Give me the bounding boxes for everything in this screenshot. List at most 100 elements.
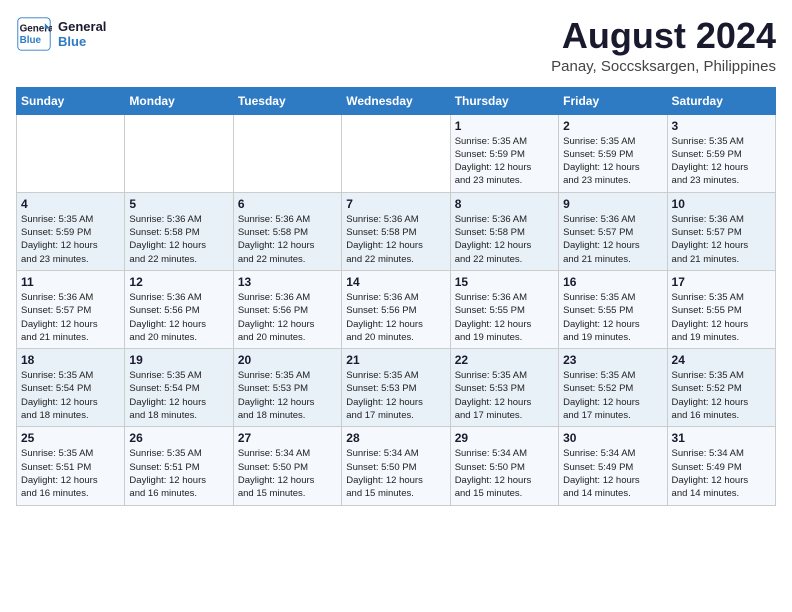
calendar-cell: 6 Sunrise: 5:36 AM Sunset: 5:58 PM Daylig… — [233, 192, 341, 270]
day-info: Sunrise: 5:35 AM Sunset: 5:55 PM Dayligh… — [672, 291, 771, 344]
weekday-header-thursday: Thursday — [450, 87, 558, 114]
calendar-cell: 5 Sunrise: 5:36 AM Sunset: 5:58 PM Daylig… — [125, 192, 233, 270]
svg-text:General: General — [20, 23, 52, 34]
day-info: Sunrise: 5:35 AM Sunset: 5:54 PM Dayligh… — [129, 369, 228, 422]
calendar-cell: 21 Sunrise: 5:35 AM Sunset: 5:53 PM Dayli… — [342, 349, 450, 427]
calendar-cell: 7 Sunrise: 5:36 AM Sunset: 5:58 PM Daylig… — [342, 192, 450, 270]
calendar-cell: 25Sunrise: 5:35 AM Sunset: 5:51 PM Dayli… — [17, 427, 125, 505]
day-info: Sunrise: 5:34 AM Sunset: 5:49 PM Dayligh… — [672, 447, 771, 500]
day-info: Sunrise: 5:36 AM Sunset: 5:56 PM Dayligh… — [346, 291, 445, 344]
day-number: 16 — [563, 275, 662, 289]
day-number: 31 — [672, 431, 771, 445]
day-info: Sunrise: 5:34 AM Sunset: 5:50 PM Dayligh… — [455, 447, 554, 500]
day-number: 19 — [129, 353, 228, 367]
day-number: 22 — [455, 353, 554, 367]
title-area: August 2024 Panay, Soccsksargen, Philipp… — [551, 16, 776, 75]
calendar-cell: 1 Sunrise: 5:35 AM Sunset: 5:59 PM Daylig… — [450, 114, 558, 192]
calendar-cell: 18Sunrise: 5:35 AM Sunset: 5:54 PM Dayli… — [17, 349, 125, 427]
calendar-cell: 14 Sunrise: 5:36 AM Sunset: 5:56 PM Dayli… — [342, 270, 450, 348]
calendar-cell: 17Sunrise: 5:35 AM Sunset: 5:55 PM Dayli… — [667, 270, 775, 348]
day-info: Sunrise: 5:35 AM Sunset: 5:52 PM Dayligh… — [672, 369, 771, 422]
day-info: Sunrise: 5:35 AM Sunset: 5:59 PM Dayligh… — [455, 135, 554, 188]
weekday-header-monday: Monday — [125, 87, 233, 114]
calendar-week-1: 1 Sunrise: 5:35 AM Sunset: 5:59 PM Daylig… — [17, 114, 776, 192]
day-info: Sunrise: 5:36 AM Sunset: 5:58 PM Dayligh… — [238, 213, 337, 266]
day-number: 13 — [238, 275, 337, 289]
day-info: Sunrise: 5:35 AM Sunset: 5:59 PM Dayligh… — [21, 213, 120, 266]
calendar-week-2: 4Sunrise: 5:35 AM Sunset: 5:59 PM Daylig… — [17, 192, 776, 270]
logo: General Blue GeneralBlue — [16, 16, 106, 52]
day-number: 11 — [21, 275, 120, 289]
page-title: August 2024 — [551, 16, 776, 56]
svg-text:Blue: Blue — [20, 35, 42, 46]
calendar-cell: 22 Sunrise: 5:35 AM Sunset: 5:53 PM Dayli… — [450, 349, 558, 427]
day-number: 24 — [672, 353, 771, 367]
weekday-header-friday: Friday — [559, 87, 667, 114]
calendar-cell — [342, 114, 450, 192]
day-info: Sunrise: 5:36 AM Sunset: 5:57 PM Dayligh… — [563, 213, 662, 266]
calendar-cell: 24 Sunrise: 5:35 AM Sunset: 5:52 PM Dayli… — [667, 349, 775, 427]
day-info: Sunrise: 5:36 AM Sunset: 5:58 PM Dayligh… — [455, 213, 554, 266]
calendar-cell: 13Sunrise: 5:36 AM Sunset: 5:56 PM Dayli… — [233, 270, 341, 348]
day-number: 18 — [21, 353, 120, 367]
calendar-week-5: 25 Sunrise: 5:35 AM Sunset: 5:51 PM Dayli… — [17, 427, 776, 505]
day-info: Sunrise: 5:35 AM Sunset: 5:53 PM Dayligh… — [455, 369, 554, 422]
logo-icon: General Blue — [16, 16, 52, 52]
calendar-cell: 23Sunrise: 5:35 AM Sunset: 5:52 PM Dayli… — [559, 349, 667, 427]
day-number: 23 — [563, 353, 662, 367]
calendar-cell: 27 Sunrise: 5:34 AM Sunset: 5:50 PM Dayli… — [233, 427, 341, 505]
calendar-cell — [125, 114, 233, 192]
day-info: Sunrise: 5:35 AM Sunset: 5:59 PM Dayligh… — [563, 135, 662, 188]
day-info: Sunrise: 5:36 AM Sunset: 5:58 PM Dayligh… — [129, 213, 228, 266]
day-number: 14 — [346, 275, 445, 289]
day-number: 30 — [563, 431, 662, 445]
calendar-cell: 16Sunrise: 5:35 AM Sunset: 5:55 PM Dayli… — [559, 270, 667, 348]
day-number: 29 — [455, 431, 554, 445]
calendar-cell: 4Sunrise: 5:35 AM Sunset: 5:59 PM Daylig… — [17, 192, 125, 270]
day-number: 6 — [238, 197, 337, 211]
day-number: 5 — [129, 197, 228, 211]
weekday-header-sunday: Sunday — [17, 87, 125, 114]
day-number: 1 — [455, 119, 554, 133]
day-number: 7 — [346, 197, 445, 211]
day-info: Sunrise: 5:34 AM Sunset: 5:50 PM Dayligh… — [346, 447, 445, 500]
day-number: 15 — [455, 275, 554, 289]
calendar-cell — [17, 114, 125, 192]
day-number: 12 — [129, 275, 228, 289]
day-number: 26 — [129, 431, 228, 445]
calendar-cell: 8 Sunrise: 5:36 AM Sunset: 5:58 PM Daylig… — [450, 192, 558, 270]
day-number: 21 — [346, 353, 445, 367]
day-number: 28 — [346, 431, 445, 445]
day-number: 8 — [455, 197, 554, 211]
day-info: Sunrise: 5:36 AM Sunset: 5:55 PM Dayligh… — [455, 291, 554, 344]
calendar-cell — [233, 114, 341, 192]
day-number: 25 — [21, 431, 120, 445]
day-info: Sunrise: 5:34 AM Sunset: 5:50 PM Dayligh… — [238, 447, 337, 500]
weekday-header-saturday: Saturday — [667, 87, 775, 114]
logo-text: GeneralBlue — [58, 19, 106, 49]
calendar-cell: 26 Sunrise: 5:35 AM Sunset: 5:51 PM Dayli… — [125, 427, 233, 505]
weekday-header-wednesday: Wednesday — [342, 87, 450, 114]
day-info: Sunrise: 5:34 AM Sunset: 5:49 PM Dayligh… — [563, 447, 662, 500]
calendar-week-4: 18 Sunrise: 5:35 AM Sunset: 5:54 PM Dayli… — [17, 349, 776, 427]
calendar-cell: 29 Sunrise: 5:34 AM Sunset: 5:50 PM Dayli… — [450, 427, 558, 505]
day-info: Sunrise: 5:36 AM Sunset: 5:57 PM Dayligh… — [672, 213, 771, 266]
calendar-cell: 30 Sunrise: 5:34 AM Sunset: 5:49 PM Dayli… — [559, 427, 667, 505]
calendar-body: 1 Sunrise: 5:35 AM Sunset: 5:59 PM Daylig… — [17, 114, 776, 505]
calendar-cell: 11Sunrise: 5:36 AM Sunset: 5:57 PM Dayli… — [17, 270, 125, 348]
day-info: Sunrise: 5:35 AM Sunset: 5:53 PM Dayligh… — [346, 369, 445, 422]
calendar-header-row: SundayMondayTuesdayWednesdayThursdayFrid… — [17, 87, 776, 114]
day-number: 10 — [672, 197, 771, 211]
day-info: Sunrise: 5:35 AM Sunset: 5:59 PM Dayligh… — [672, 135, 771, 188]
day-info: Sunrise: 5:36 AM Sunset: 5:58 PM Dayligh… — [346, 213, 445, 266]
calendar-cell: 9Sunrise: 5:36 AM Sunset: 5:57 PM Daylig… — [559, 192, 667, 270]
calendar-cell: 12Sunrise: 5:36 AM Sunset: 5:56 PM Dayli… — [125, 270, 233, 348]
day-info: Sunrise: 5:35 AM Sunset: 5:51 PM Dayligh… — [129, 447, 228, 500]
calendar-cell: 10 Sunrise: 5:36 AM Sunset: 5:57 PM Dayli… — [667, 192, 775, 270]
day-number: 20 — [238, 353, 337, 367]
day-number: 2 — [563, 119, 662, 133]
page-subtitle: Panay, Soccsksargen, Philippines — [551, 58, 776, 75]
calendar-week-3: 11Sunrise: 5:36 AM Sunset: 5:57 PM Dayli… — [17, 270, 776, 348]
day-number: 27 — [238, 431, 337, 445]
header: General Blue GeneralBlue August 2024 Pan… — [16, 16, 776, 75]
